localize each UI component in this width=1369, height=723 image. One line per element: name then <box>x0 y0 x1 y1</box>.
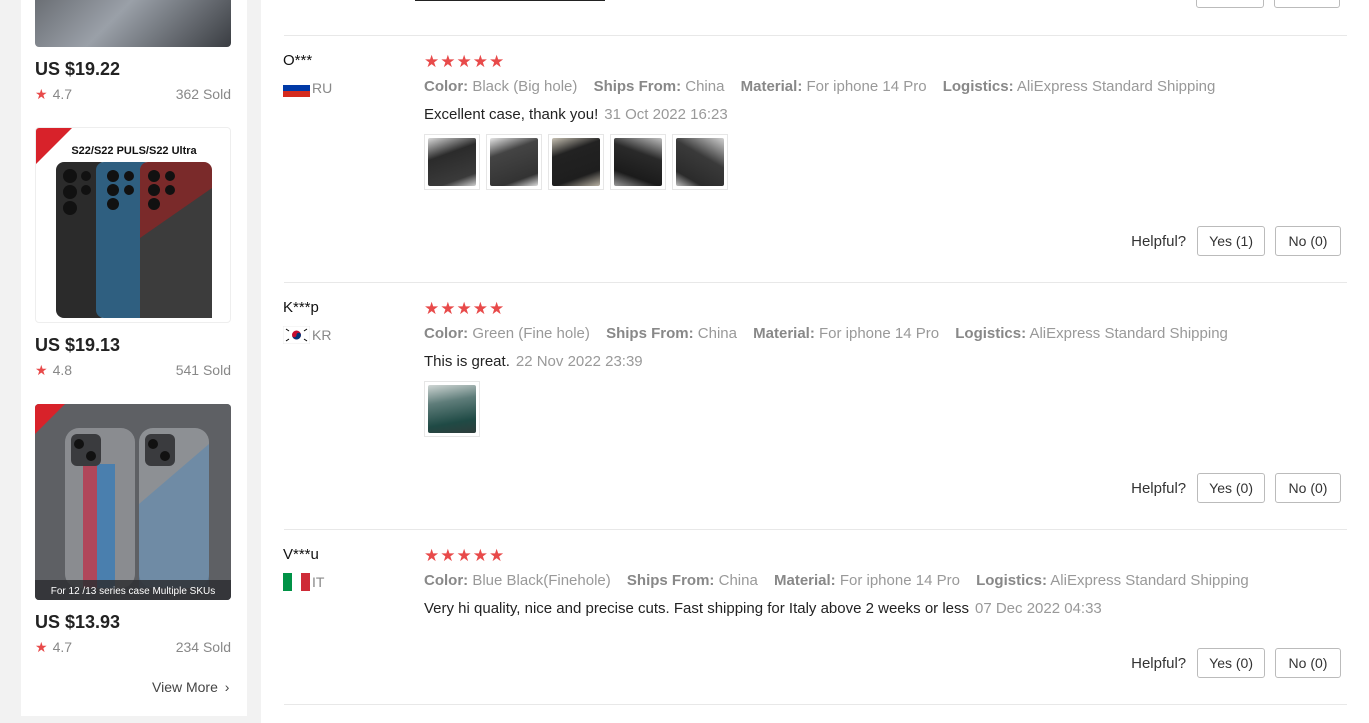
review-photo[interactable] <box>424 134 480 190</box>
product-rating: 4.8 <box>52 362 73 378</box>
product-price: US $13.93 <box>35 612 121 632</box>
italy-flag-icon <box>283 573 310 591</box>
review-date: 07 Dec 2022 04:33 <box>975 600 1102 617</box>
product-image[interactable] <box>35 0 231 47</box>
product-sold: 541 Sold <box>175 362 231 378</box>
helpful-yes-button[interactable]: Yes (1) <box>1197 226 1265 256</box>
product-rating: 4.7 <box>52 86 73 102</box>
country-code: RU <box>312 80 333 96</box>
review-divider <box>284 282 1347 283</box>
review-text: Very hi quality, nice and precise cuts. … <box>424 600 1102 617</box>
review-divider <box>284 529 1347 530</box>
review-photos <box>424 134 728 190</box>
sku-attributes: Color: Green (Fine hole) Ships From: Chi… <box>424 325 1228 342</box>
product-price: US $19.22 <box>35 59 121 79</box>
image-caption: S22/S22 PULS/S22 Ultra <box>71 145 197 157</box>
review-photo[interactable] <box>610 134 666 190</box>
helpful-yes-button[interactable]: Yes (0) <box>1197 648 1265 678</box>
helpful-row: Helpful? Yes (1) No (0) <box>1131 226 1341 256</box>
reviewer-name: V***u <box>283 546 319 563</box>
product-card[interactable]: US $19.22 ★ 4.7 362 Sold <box>35 0 231 103</box>
review-photo[interactable] <box>486 134 542 190</box>
review-photo[interactable] <box>672 134 728 190</box>
helpful-row: Helpful? Yes (0) No (0) <box>1131 473 1341 503</box>
product-rating: 4.7 <box>52 639 73 655</box>
carbon-case-image: For 12 /13 series case Multiple SKUs <box>35 404 231 600</box>
star-icon: ★ <box>35 86 48 102</box>
product-image[interactable]: S22/S22 PULS/S22 Ultra <box>35 127 231 323</box>
product-card[interactable]: For 12 /13 series case Multiple SKUs US … <box>35 404 231 656</box>
view-more-link[interactable]: View More › <box>152 679 229 695</box>
review-text: Excellent case, thank you! 31 Oct 2022 16… <box>424 106 728 123</box>
helpful-no-button[interactable]: No (0) <box>1275 226 1341 256</box>
review-photo[interactable] <box>424 381 480 437</box>
sku-attributes: Color: Blue Black(Finehole) Ships From: … <box>424 572 1249 589</box>
star-icon: ★ <box>35 639 48 655</box>
rating-stars: ★★★★★ <box>424 52 506 71</box>
carbon-case-image: S22/S22 PULS/S22 Ultra <box>36 128 214 318</box>
review-photo[interactable] <box>548 134 604 190</box>
review-date: 22 Nov 2022 23:39 <box>515 353 643 370</box>
rating-stars: ★★★★★ <box>424 546 506 565</box>
product-card[interactable]: S22/S22 PULS/S22 Ultra US $19.13 ★ 4.8 54… <box>35 127 231 379</box>
country-code: IT <box>312 574 325 590</box>
review-photos <box>424 381 480 437</box>
recommended-products-sidebar: US $19.22 ★ 4.7 362 Sold S22/S22 PULS/S2… <box>21 0 247 716</box>
helpful-yes-button[interactable]: Yes (0) <box>1197 473 1265 503</box>
sku-attributes: Color: Black (Big hole) Ships From: Chin… <box>424 78 1216 95</box>
review-text: This is great. 22 Nov 2022 23:39 <box>424 353 643 370</box>
reviewer-name: O*** <box>283 52 313 69</box>
south-korea-flag-icon <box>283 326 310 344</box>
chevron-right-icon: › <box>224 679 230 695</box>
helpful-no-button[interactable]: No (0) <box>1275 473 1341 503</box>
product-sold: 234 Sold <box>175 639 231 655</box>
reviews-panel: O*** RU ★★★★★ Color: Black (Big hole) Sh… <box>261 0 1369 723</box>
product-sold: 362 Sold <box>175 86 231 102</box>
yes-button-partial[interactable] <box>1196 0 1264 8</box>
product-image[interactable]: For 12 /13 series case Multiple SKUs <box>35 404 231 600</box>
review-divider <box>284 704 1347 705</box>
product-price: US $19.13 <box>35 335 121 355</box>
underline-divider <box>415 0 605 1</box>
reviewer-name: K***p <box>283 299 319 316</box>
rating-stars: ★★★★★ <box>424 299 506 318</box>
star-icon: ★ <box>35 362 48 378</box>
image-caption: For 12 /13 series case Multiple SKUs <box>51 586 216 597</box>
helpful-no-button[interactable]: No (0) <box>1275 648 1341 678</box>
russia-flag-icon <box>283 79 310 97</box>
helpful-row: Helpful? Yes (0) No (0) <box>1131 648 1341 678</box>
no-button-partial[interactable] <box>1274 0 1340 8</box>
review-date: 31 Oct 2022 16:23 <box>604 106 728 123</box>
country-code: KR <box>312 327 332 343</box>
review-divider <box>284 35 1347 36</box>
